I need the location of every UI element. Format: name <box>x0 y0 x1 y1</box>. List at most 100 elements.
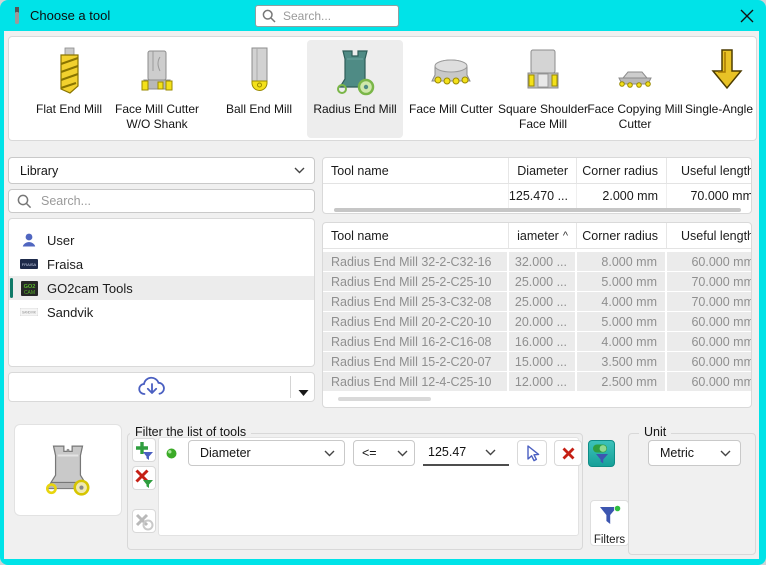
chevron-down-icon <box>720 450 731 457</box>
tool-type-flat-end-mill[interactable]: Flat End Mill <box>21 40 117 138</box>
import-dropdown-arrow[interactable] <box>298 384 309 402</box>
title-search-box[interactable] <box>255 5 399 27</box>
pick-value-button[interactable] <box>517 440 547 466</box>
table-row[interactable]: Radius End Mill 12-4-C25-10 12.000 ... 2… <box>323 372 752 391</box>
cell-tool-name: Radius End Mill 12-4-C25-10 <box>323 372 509 391</box>
remove-filter-button[interactable] <box>132 466 156 490</box>
filter-field-value: Diameter <box>189 446 324 460</box>
library-search-input[interactable] <box>39 193 306 209</box>
table-row[interactable]: Radius End Mill 25-3-C32-08 25.000 ... 4… <box>323 292 752 311</box>
cell-diameter: 25.000 ... <box>509 292 577 311</box>
clear-filters-button-disabled[interactable] <box>132 509 156 533</box>
horizontal-scrollbar-thumb[interactable] <box>338 397 431 401</box>
chevron-down-icon <box>397 450 408 457</box>
sort-ascending-indicator: ^ <box>563 230 568 242</box>
cloud-download-icon <box>137 376 167 398</box>
column-header-tool-name[interactable]: Tool name <box>323 223 509 248</box>
ball-end-mill-icon <box>233 47 285 99</box>
cell-diameter: 12.000 ... <box>509 372 577 391</box>
selection-bar <box>10 230 13 250</box>
dialog-tool-icon <box>13 7 21 24</box>
library-item-label: Sandvik <box>47 305 93 320</box>
filters-button[interactable]: Filters <box>590 500 629 546</box>
close-icon[interactable] <box>739 8 755 24</box>
selected-tool-table: Tool name Diameter Corner radius Useful … <box>322 157 752 214</box>
face-mill-cutter-icon <box>425 47 477 99</box>
filter-field-select[interactable]: Diameter <box>188 440 345 466</box>
tool-type-face-mill-cutter[interactable]: Face Mill Cutter <box>403 40 499 138</box>
cell-tool-name: Radius End Mill 20-2-C20-10 <box>323 312 509 331</box>
cell-tool-name: Radius End Mill 32-2-C32-16 <box>323 252 509 271</box>
tool-type-radius-end-mill[interactable]: Radius End Mill <box>307 40 403 138</box>
tool-type-face-copying-mill-cutter[interactable]: Face Copying Mill Cutter <box>587 40 683 138</box>
library-item-go2cam-tools[interactable]: GO2CAM GO2cam Tools <box>9 276 314 300</box>
cell-corner-radius: 3.500 mm <box>577 352 667 371</box>
tool-type-label: Square Shoulder Face Mill <box>495 102 591 131</box>
cell-useful-length: 70.000 mm <box>667 272 752 291</box>
go2cam-logo: GO2CAM <box>20 281 38 296</box>
table-row[interactable]: Radius End Mill 25-2-C25-10 25.000 ... 5… <box>323 272 752 291</box>
cell-tool-name: Radius End Mill 25-2-C25-10 <box>323 272 509 291</box>
cell-useful-length: 60.000 mm <box>667 372 752 391</box>
column-header-corner-radius[interactable]: Corner radius <box>577 158 667 183</box>
add-filter-button[interactable] <box>132 438 156 462</box>
chevron-down-icon <box>485 449 496 456</box>
filter-operator-select[interactable]: <= <box>353 440 415 466</box>
choose-a-tool-dialog: Choose a tool Flat End Mill <box>0 0 766 565</box>
selected-tool-preview <box>14 424 122 516</box>
tool-type-label: Radius End Mill <box>307 102 403 117</box>
face-copying-mill-cutter-icon <box>609 47 661 99</box>
delete-filter-row-button[interactable] <box>554 440 582 466</box>
tool-type-square-shoulder-face-mill[interactable]: Square Shoulder Face Mill <box>495 40 591 138</box>
selected-tool-row[interactable]: 125.470 ... 2.000 mm 70.000 mm <box>323 184 752 208</box>
tool-type-face-mill-wo-shank[interactable]: Face Mill Cutter W/O Shank <box>109 40 205 138</box>
library-search-box[interactable] <box>8 189 315 213</box>
column-header-useful-length[interactable]: Useful length <box>667 223 752 248</box>
search-icon <box>262 9 276 23</box>
cell-corner-radius: 4.000 mm <box>577 332 667 351</box>
column-header-corner-radius[interactable]: Corner radius <box>577 223 667 248</box>
library-item-user[interactable]: User <box>9 228 314 252</box>
remove-filter-icon <box>135 469 154 488</box>
filter-active-dot <box>166 448 177 459</box>
table-row[interactable]: Radius End Mill 15-2-C20-07 15.000 ... 3… <box>323 352 752 371</box>
table-row[interactable]: Radius End Mill 32-2-C32-16 32.000 ... 8… <box>323 252 752 271</box>
apply-filter-button[interactable] <box>588 440 615 467</box>
import-tools-button[interactable] <box>8 372 315 402</box>
cell-corner-radius: 8.000 mm <box>577 252 667 271</box>
cell-corner-radius: 4.000 mm <box>577 292 667 311</box>
table-row[interactable]: Radius End Mill 16-2-C16-08 16.000 ... 4… <box>323 332 752 351</box>
apply-filter-icon <box>592 443 611 464</box>
tool-type-label: Face Mill Cutter W/O Shank <box>109 102 205 131</box>
cell-tool-name: Radius End Mill 15-2-C20-07 <box>323 352 509 371</box>
tool-list-table: Tool name Diameter ^ Corner radius Usefu… <box>322 222 752 408</box>
library-collection-select[interactable]: Library <box>8 157 315 184</box>
column-header-diameter-sorted[interactable]: Diameter ^ <box>509 223 577 248</box>
title-search-input[interactable] <box>281 8 392 24</box>
cell-diameter: 32.000 ... <box>509 252 577 271</box>
cell-tool-name: Radius End Mill 25-3-C32-08 <box>323 292 509 311</box>
cell-diameter: 25.000 ... <box>509 272 577 291</box>
cell-corner-radius: 2.500 mm <box>577 372 667 391</box>
unit-select[interactable]: Metric <box>648 440 741 466</box>
column-header-diameter[interactable]: Diameter <box>509 158 577 183</box>
flat-end-mill-icon <box>43 47 95 99</box>
svg-text:CAM: CAM <box>23 290 34 296</box>
column-header-useful-length[interactable]: Useful length <box>667 158 752 183</box>
tool-type-ball-end-mill[interactable]: Ball End Mill <box>211 40 307 138</box>
horizontal-scrollbar-thumb[interactable] <box>334 208 741 212</box>
tool-type-single-angle-cutter[interactable]: Single-Angle Cutter <box>681 40 757 138</box>
selection-bar <box>10 254 13 274</box>
filter-value-input[interactable] <box>423 444 483 460</box>
table-header-row: Tool name Diameter Corner radius Useful … <box>323 158 752 184</box>
library-item-fraisa[interactable]: FRAISA Fraisa <box>9 252 314 276</box>
library-list: User FRAISA Fraisa GO2CAM GO2cam Tools S… <box>8 218 315 367</box>
library-item-sandvik[interactable]: SANDVIK Sandvik <box>9 300 314 324</box>
selection-bar <box>10 278 13 298</box>
filter-value-combobox[interactable] <box>423 440 509 466</box>
user-icon <box>20 232 38 248</box>
square-shoulder-face-mill-icon <box>517 47 569 99</box>
table-row[interactable]: Radius End Mill 20-2-C20-10 20.000 ... 5… <box>323 312 752 331</box>
column-header-tool-name[interactable]: Tool name <box>323 158 509 183</box>
column-header-label: Useful length <box>681 229 752 243</box>
